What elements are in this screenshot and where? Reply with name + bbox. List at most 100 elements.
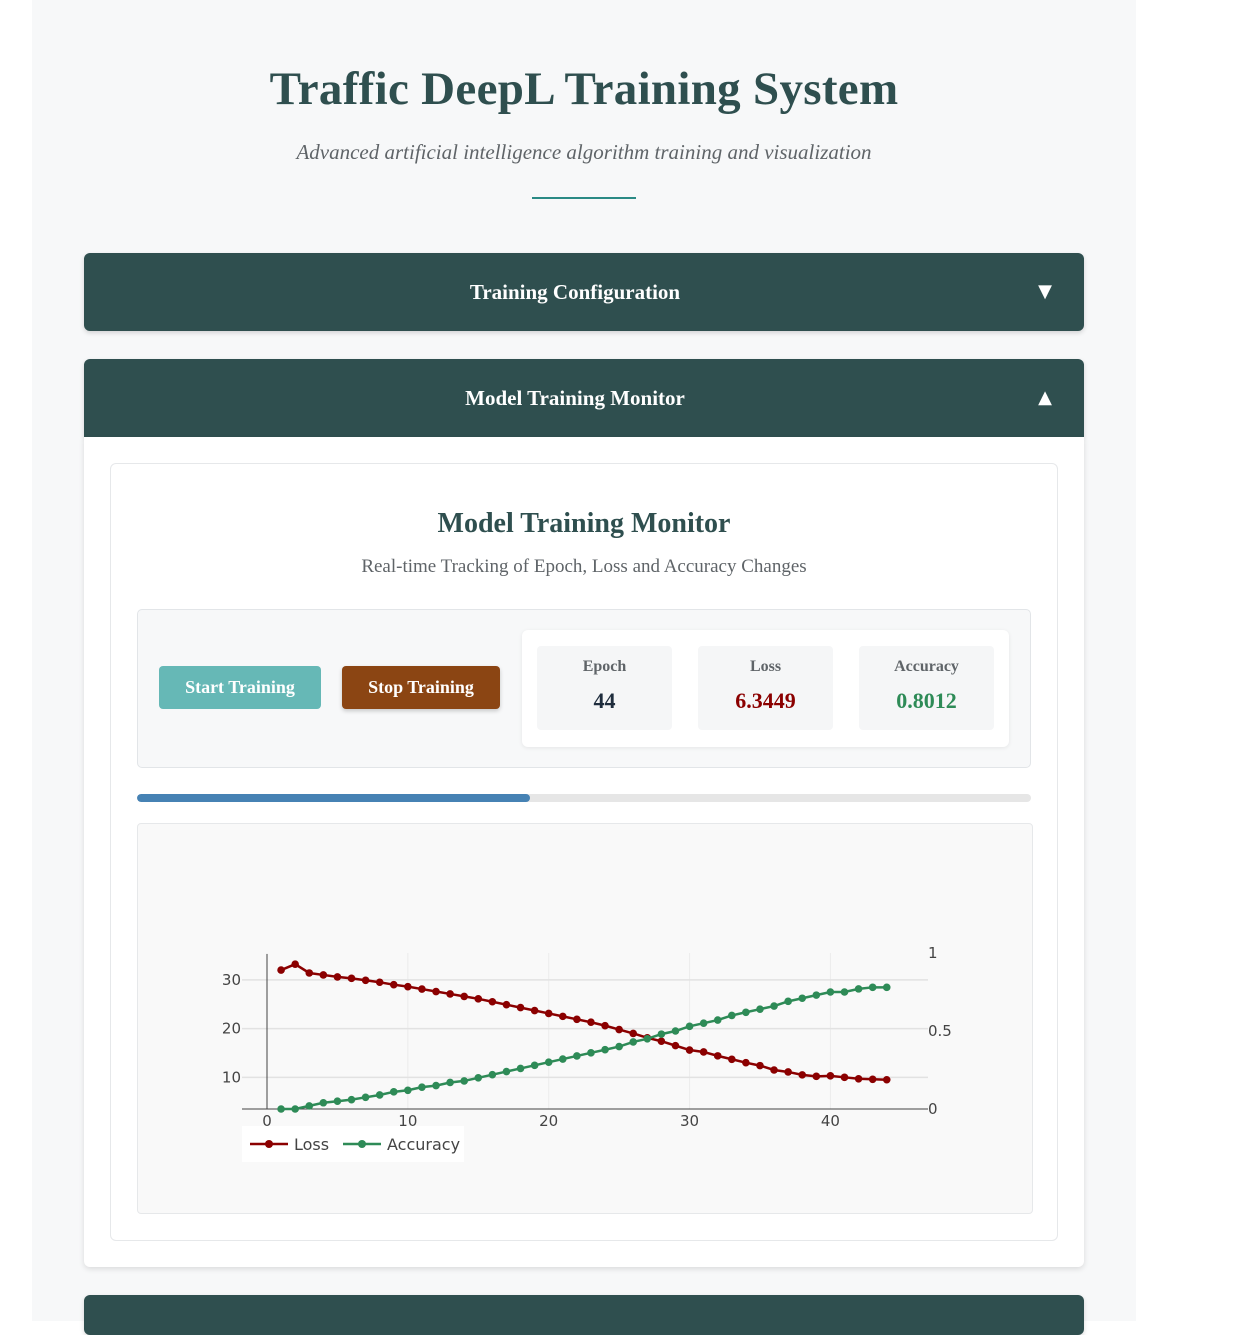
accuracy-point (756, 1005, 764, 1013)
loss-point (728, 1055, 736, 1064)
accuracy-value: 0.8012 (896, 688, 957, 713)
epoch-label: Epoch (582, 658, 627, 675)
epoch-stat: Epoch 44 (537, 646, 672, 730)
accuracy-point (361, 1093, 370, 1102)
accuracy-point (573, 1052, 581, 1060)
loss-point (530, 1006, 539, 1015)
monitor-subtitle: Real-time Tracking of Epoch, Loss and Ac… (361, 556, 807, 577)
accuracy-point (347, 1095, 356, 1104)
loss-point (868, 1075, 877, 1084)
loss-point (854, 1074, 863, 1083)
accuracy-point (389, 1088, 398, 1096)
accuracy-legend-label: Accuracy (387, 1135, 460, 1154)
stop-training-button[interactable]: Stop Training (342, 666, 500, 709)
loss-point (319, 971, 328, 979)
loss-point (784, 1068, 792, 1076)
loss-point (685, 1046, 694, 1054)
accuracy-point (418, 1083, 426, 1091)
epoch-value: 44 (593, 688, 616, 713)
training-progress-fill (137, 794, 531, 802)
loss-point (882, 1075, 891, 1084)
loss-point (418, 985, 426, 993)
loss-series-line (280, 962, 887, 1081)
loss-point (361, 976, 370, 985)
training-controls: Start Training Stop Training Epoch 44 Lo… (137, 609, 1031, 768)
loss-point (474, 995, 483, 1003)
training-progress-bar (137, 794, 1031, 802)
page-title: Traffic DeepL Training System (269, 63, 899, 115)
loss-point (657, 1037, 666, 1046)
accuracy-point (882, 983, 891, 992)
loss-point (699, 1048, 708, 1056)
loss-label: Loss (749, 658, 782, 675)
loss-point (446, 990, 454, 998)
loss-point (291, 960, 299, 969)
accuracy-point (319, 1098, 328, 1107)
accuracy-point (699, 1019, 708, 1027)
loss-point (544, 1009, 553, 1018)
accuracy-point (629, 1038, 638, 1046)
loss-point (840, 1073, 849, 1082)
title-divider (532, 197, 636, 199)
collapse-arrow-icon[interactable]: ▲ (1038, 359, 1052, 437)
loss-point (432, 987, 440, 996)
accuracy-point (643, 1035, 652, 1043)
x-tick-label: 20 (539, 1112, 558, 1130)
loss-point (488, 997, 497, 1006)
accuracy-point (685, 1022, 694, 1031)
loss-point (742, 1058, 750, 1067)
accuracy-series-line (281, 986, 887, 1111)
x-tick-label: 40 (821, 1112, 840, 1130)
y-left-tick-label: 30 (222, 971, 241, 989)
accuracy-point (474, 1074, 483, 1082)
loss-point (460, 992, 468, 1001)
model-training-monitor-label: Model Training Monitor (465, 386, 685, 410)
accuracy-point (657, 1030, 666, 1038)
loss-point (601, 1021, 609, 1030)
loss-point (333, 973, 342, 981)
accuracy-point (558, 1055, 567, 1063)
accuracy-label: Accuracy (894, 658, 959, 675)
model-training-monitor-header[interactable]: Model Training Monitor ▲ (84, 359, 1084, 437)
training-chart: 0 10 20 30 40 10 20 30 0 0.5 1 Loss Accuracy (137, 823, 1033, 1214)
accuracy-point (728, 1011, 736, 1020)
accuracy-point (333, 1097, 342, 1105)
accuracy-point (826, 988, 835, 996)
accuracy-point (713, 1016, 722, 1024)
accuracy-point (305, 1102, 314, 1110)
loss-point (516, 1003, 525, 1012)
y-left-tick-label: 20 (222, 1020, 241, 1038)
loss-point (713, 1052, 722, 1060)
accuracy-point (277, 1105, 285, 1113)
monitor-title: Model Training Monitor (437, 508, 731, 539)
accuracy-point (671, 1027, 680, 1035)
accuracy-point (404, 1086, 412, 1095)
expand-arrow-icon[interactable]: ▼ (1038, 253, 1052, 331)
loss-stat: Loss 6.3449 (698, 646, 833, 730)
training-configuration-label: Training Configuration (469, 280, 681, 304)
loss-point (826, 1072, 835, 1080)
accuracy-point (615, 1042, 623, 1051)
accuracy-point (812, 991, 821, 999)
loss-point (770, 1066, 778, 1074)
training-stats: Epoch 44 Loss 6.3449 Accuracy 0.8012 (522, 630, 1009, 747)
accuracy-point (770, 1002, 778, 1010)
accuracy-point (432, 1081, 440, 1090)
loss-point (615, 1025, 623, 1034)
next-section-header[interactable] (84, 1295, 1084, 1335)
training-configuration-header[interactable]: Training Configuration ▼ (84, 253, 1084, 331)
loss-point (502, 1000, 511, 1009)
loss-legend-label: Loss (294, 1135, 329, 1154)
accuracy-point (460, 1077, 468, 1085)
start-training-button[interactable]: Start Training (159, 666, 321, 709)
loss-point (305, 969, 314, 977)
accuracy-point (375, 1091, 384, 1099)
page-subtitle: Advanced artificial intelligence algorit… (296, 140, 872, 164)
accuracy-point (291, 1105, 299, 1113)
loss-point (629, 1029, 638, 1038)
loss-point (558, 1012, 567, 1021)
loss-point (587, 1018, 595, 1027)
accuracy-point (601, 1045, 609, 1054)
loss-legend-marker (265, 1140, 273, 1148)
page: Traffic DeepL Training System Advanced a… (32, 0, 1136, 1335)
